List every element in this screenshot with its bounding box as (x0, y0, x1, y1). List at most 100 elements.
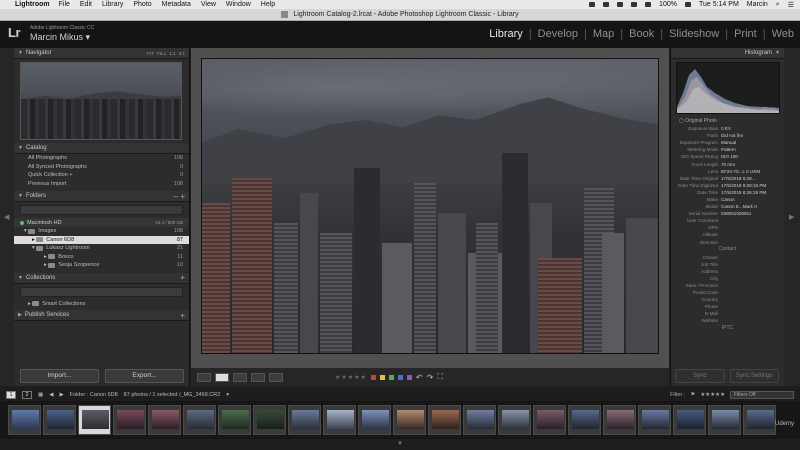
catalog-header[interactable]: ▼ Catalog (14, 143, 189, 154)
menu-window[interactable]: Window (226, 1, 251, 8)
import-button[interactable]: Import... (20, 369, 99, 383)
search-icon[interactable]: ⌕ (776, 1, 780, 9)
filmstrip-thumbnail[interactable] (8, 405, 41, 435)
green-label-icon[interactable] (388, 374, 394, 380)
folder-search-input[interactable] (20, 205, 183, 215)
purple-label-icon[interactable] (406, 374, 412, 380)
sync-button[interactable]: Sync (675, 369, 725, 383)
survey-view-icon[interactable] (251, 372, 265, 382)
menu-help[interactable]: Help (261, 1, 275, 8)
status-icon[interactable] (603, 2, 610, 7)
identity-user[interactable]: Marcin Mikus ▾ (30, 32, 90, 43)
loupe-view[interactable] (191, 48, 669, 368)
module-book[interactable]: Book (623, 28, 654, 40)
metadata-row[interactable]: Date Time Original 17/5/2018 6:28... (671, 175, 784, 182)
filmstrip-thumbnail[interactable] (288, 405, 321, 435)
catalog-item[interactable]: Quick Collection + 0 (14, 171, 189, 180)
add-collection-icon[interactable]: + (180, 273, 185, 282)
wifi-icon[interactable] (631, 2, 638, 7)
contact-row[interactable]: State / Province (671, 282, 784, 289)
module-web[interactable]: Web (766, 28, 794, 40)
rotate-right-icon[interactable]: ↷ (427, 373, 434, 382)
metadata-row[interactable]: Exposure Program Manual (671, 139, 784, 146)
right-panel-edge[interactable]: ▶ (784, 48, 800, 386)
people-view-icon[interactable] (269, 372, 283, 382)
menubar-user[interactable]: Marcin (747, 1, 768, 8)
zoom-fit[interactable]: FIT (147, 51, 154, 56)
menubar-clock[interactable]: Tue 5:14 PM (699, 1, 739, 8)
volume-icon[interactable] (645, 2, 652, 7)
sync-settings-button[interactable]: Sync Settings (729, 369, 779, 383)
menu-edit[interactable]: Edit (80, 1, 92, 8)
module-print[interactable]: Print (728, 28, 757, 40)
collections-header[interactable]: ▼ Collections + (14, 272, 189, 284)
main-photo[interactable] (201, 58, 659, 354)
contact-row[interactable]: Creator (671, 254, 784, 261)
metadata-row[interactable]: Serial Number 038051000911 (671, 210, 784, 217)
metadata-row[interactable]: Flash Did not fire (671, 132, 784, 139)
folder-row[interactable]: ▸ Sesja Szopience 10 (14, 261, 189, 270)
contact-row[interactable]: Website (671, 317, 784, 324)
star-filter[interactable]: ★★★★★ (700, 392, 725, 398)
catalog-item[interactable]: Previous Import 108 (14, 180, 189, 189)
left-panel-edge[interactable]: ◀ (0, 48, 14, 386)
crop-overlay-icon[interactable]: ⛶ (437, 372, 443, 382)
catalog-item[interactable]: All Synced Photographs 0 (14, 163, 189, 172)
filmstrip-thumbnail[interactable] (498, 405, 531, 435)
collapse-left-icon[interactable]: ◀ (4, 213, 9, 221)
metadata-row[interactable]: Exposure Bias 0 EV (671, 125, 784, 132)
export-button[interactable]: Export... (105, 369, 184, 383)
filmstrip-thumbnail[interactable] (708, 405, 741, 435)
menu-library[interactable]: Library (102, 1, 123, 8)
filmstrip-thumbnail[interactable] (533, 405, 566, 435)
filmstrip-thumbnail[interactable] (568, 405, 601, 435)
filmstrip-thumbnail[interactable] (253, 405, 286, 435)
menu-list-icon[interactable]: ☰ (788, 1, 794, 9)
grid-view-icon[interactable] (197, 372, 211, 382)
folder-row[interactable]: ▾ Images 108 (14, 227, 189, 236)
filmstrip-thumbnail[interactable] (393, 405, 426, 435)
triangle-down-icon[interactable]: ▼ (397, 441, 403, 447)
module-library[interactable]: Library (483, 28, 523, 40)
menu-file[interactable]: File (59, 1, 70, 8)
contact-row[interactable]: Job Title (671, 261, 784, 268)
contact-row[interactable]: City (671, 275, 784, 282)
filter-preset-select[interactable]: Filters Off (730, 391, 794, 399)
battery-percent[interactable]: 100% (659, 1, 677, 8)
original-photo-label[interactable]: ▢ Original Photo (671, 117, 784, 125)
contact-row[interactable]: Phone (671, 303, 784, 310)
filmstrip-thumbnail[interactable] (43, 405, 76, 435)
filmstrip-thumbnail[interactable] (743, 405, 776, 435)
publish-services-header[interactable]: ▶ Publish Services + (14, 310, 189, 321)
collapse-right-icon[interactable]: ▶ (789, 213, 794, 221)
contact-row[interactable]: Address (671, 268, 784, 275)
bluetooth-icon[interactable] (617, 2, 624, 7)
volume-row[interactable]: Macintosh HD 42.4 / 500 GB (14, 218, 189, 227)
zoom-3-1[interactable]: 3:1 (179, 51, 185, 56)
contact-row[interactable]: Postal Code (671, 289, 784, 296)
metadata-row[interactable]: Date Time Digitized 17/5/2018 6:28:15 PM (671, 182, 784, 189)
metadata-row[interactable]: Metering Mode Pattern (671, 146, 784, 153)
window-2-button[interactable]: 2 (22, 391, 32, 399)
compare-view-icon[interactable] (233, 372, 247, 382)
filmstrip-thumbnail[interactable] (463, 405, 496, 435)
navigator-preview[interactable] (20, 62, 182, 140)
red-label-icon[interactable] (370, 374, 376, 380)
collection-search-input[interactable] (20, 286, 183, 297)
star-rating[interactable]: ★★★★★ (335, 374, 367, 381)
filmstrip-info[interactable]: 87 photos / 1 selected /_MG_3468.CR2 (124, 392, 221, 398)
blue-label-icon[interactable] (397, 374, 403, 380)
folder-row[interactable]: ▾ Lukasz Lightroom 21 (14, 244, 189, 253)
navigator-header[interactable]: ▼ Navigator FIT FILL 1:1 3:1 (14, 48, 189, 59)
add-publish-icon[interactable]: + (180, 311, 185, 320)
metadata-row[interactable]: Direction (671, 239, 784, 246)
chevron-down-icon[interactable]: ▾ (226, 392, 229, 398)
menu-app-name[interactable]: Lightroom (15, 1, 50, 8)
filmstrip-thumbnail[interactable] (673, 405, 706, 435)
filmstrip-thumbnail[interactable] (323, 405, 356, 435)
filmstrip-thumbnail-selected[interactable] (78, 405, 111, 435)
histogram[interactable]: ISO 100 70 mm f / 4.0 1/5 sec (676, 62, 780, 114)
menu-photo[interactable]: Photo (133, 1, 151, 8)
menu-view[interactable]: View (201, 1, 216, 8)
filmstrip-thumbnail[interactable] (148, 405, 181, 435)
